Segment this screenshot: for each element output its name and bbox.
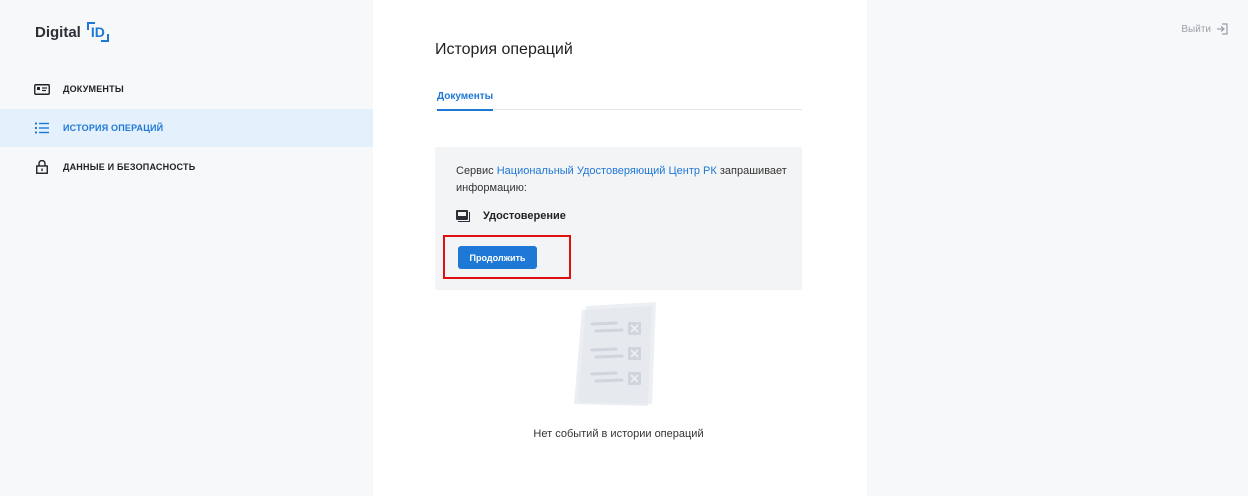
empty-history-illustration (570, 302, 660, 407)
sidebar-item-label: ДОКУМЕНТЫ (63, 84, 124, 94)
logo[interactable]: Digital ID (35, 19, 109, 45)
request-prefix: Сервис (456, 165, 497, 177)
service-link[interactable]: Национальный Удостоверяющий Центр РК (497, 165, 717, 177)
logout-button[interactable]: Выйти (1181, 23, 1228, 35)
sidebar-item-label: ИСТОРИЯ ОПЕРАЦИЙ (63, 123, 164, 133)
logout-icon (1216, 23, 1228, 35)
tab-documents[interactable]: Документы (437, 91, 494, 111)
highlight-box (443, 235, 571, 279)
right-panel: Выйти (867, 0, 1248, 496)
sidebar-item-history[interactable]: ИСТОРИЯ ОПЕРАЦИЙ (0, 109, 373, 147)
empty-state-text: Нет событий в истории операций (533, 428, 704, 440)
tab-bar: Документы (435, 83, 802, 111)
sidebar: Digital ID ДОКУМЕНТЫ ИСТОРИЯ ОПЕРАЦИЙ ДА… (0, 0, 373, 496)
logout-label: Выйти (1181, 23, 1211, 35)
list-icon (34, 120, 50, 136)
sidebar-item-documents[interactable]: ДОКУМЕНТЫ (0, 70, 373, 108)
logo-id-mark: ID (86, 22, 109, 42)
document-icon (456, 210, 470, 222)
sidebar-item-label: ДАННЫЕ И БЕЗОПАСНОСТЬ (63, 162, 196, 172)
lock-icon (34, 159, 50, 175)
id-card-icon (34, 81, 50, 97)
sidebar-item-security[interactable]: ДАННЫЕ И БЕЗОПАСНОСТЬ (0, 148, 373, 186)
document-label: Удостоверение (483, 210, 566, 222)
logo-text: Digital (35, 23, 81, 41)
requested-document: Удостоверение (456, 210, 566, 222)
page-title: История операций (435, 41, 573, 58)
request-text: Сервис Национальный Удостоверяющий Центр… (456, 163, 796, 197)
